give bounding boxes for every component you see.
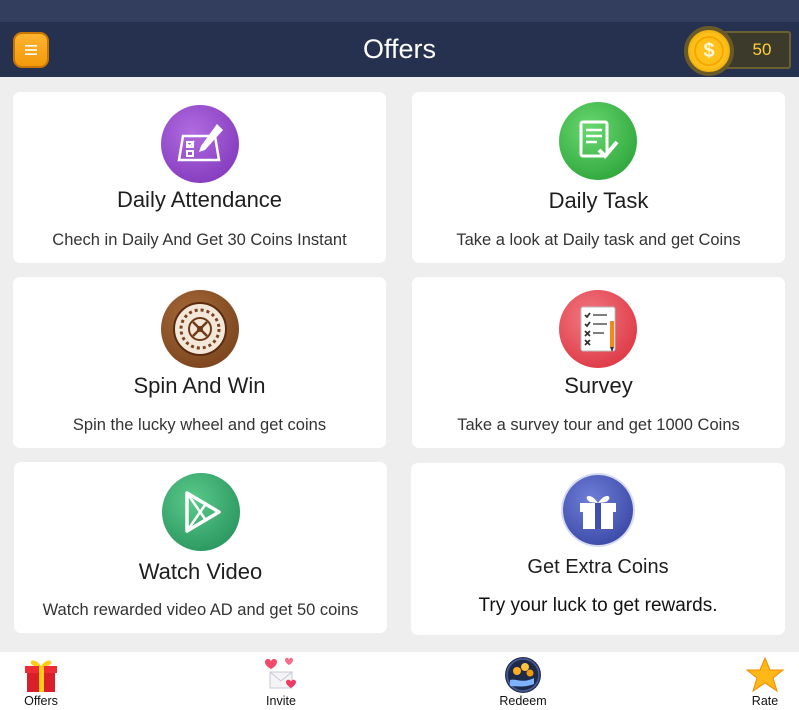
offer-description: Take a look at Daily task and get Coins (456, 231, 741, 249)
task-checklist-icon (559, 102, 637, 180)
offer-description: Chech in Daily And Get 30 Coins Instant (52, 231, 347, 249)
nav-label: Rate (751, 694, 779, 708)
nav-label: Invite (266, 694, 296, 708)
attendance-icon (161, 105, 239, 183)
play-video-icon (162, 473, 240, 551)
nav-item-invite[interactable]: Invite (252, 652, 310, 710)
nav-item-offers[interactable]: Offers (12, 652, 70, 710)
star-icon (746, 656, 784, 693)
offer-card-daily-task[interactable]: Daily Task Take a look at Daily task and… (412, 92, 785, 263)
coin-balance[interactable]: 50 $ (684, 26, 791, 76)
offer-card-spin-and-win[interactable]: Spin And Win Spin the lucky wheel and ge… (13, 277, 386, 448)
offer-title: Survey (564, 373, 633, 398)
roulette-wheel-icon (161, 290, 239, 368)
status-bar (0, 0, 799, 22)
offer-title: Spin And Win (133, 373, 266, 398)
survey-clipboard-icon (559, 290, 637, 368)
offer-description: Take a survey tour and get 1000 Coins (457, 416, 740, 434)
offer-card-survey[interactable]: Survey Take a survey tour and get 1000 C… (412, 277, 785, 448)
offer-title: Daily Task (548, 188, 649, 213)
offer-card-get-extra-coins[interactable]: Get Extra Coins Try your luck to get rew… (411, 463, 785, 635)
nav-item-rate[interactable]: Rate (736, 652, 794, 710)
nav-item-redeem[interactable]: Redeem (494, 652, 552, 710)
coin-icon: $ (684, 26, 734, 76)
coin-balance-amount: 50 (752, 40, 772, 59)
offer-card-watch-video[interactable]: Watch Video Watch rewarded video AD and … (14, 462, 387, 633)
offer-description: Spin the lucky wheel and get coins (72, 416, 327, 434)
offer-description: Try your luck to get rewards. (478, 595, 718, 616)
nav-label: Offers (24, 694, 58, 708)
nav-label: Redeem (499, 694, 547, 708)
page-title: Offers (362, 34, 437, 64)
redeem-coins-icon (505, 657, 541, 693)
hamburger-icon (25, 45, 37, 55)
offer-title: Watch Video (138, 559, 263, 584)
gift-icon (563, 475, 633, 545)
gift-box-icon (25, 660, 57, 692)
menu-button[interactable] (13, 32, 49, 68)
offer-title: Get Extra Coins (527, 556, 669, 578)
dollar-sign: $ (694, 36, 724, 66)
offer-description: Watch rewarded video AD and get 50 coins (42, 601, 359, 619)
offer-card-daily-attendance[interactable]: Daily Attendance Chech in Daily And Get … (13, 92, 386, 263)
offer-title: Daily Attendance (116, 187, 283, 212)
invite-hearts-icon (265, 657, 296, 689)
bottom-navigation: Offers Invite Redeem Rate (0, 652, 799, 710)
app-bar: Offers 50 $ (0, 22, 799, 77)
